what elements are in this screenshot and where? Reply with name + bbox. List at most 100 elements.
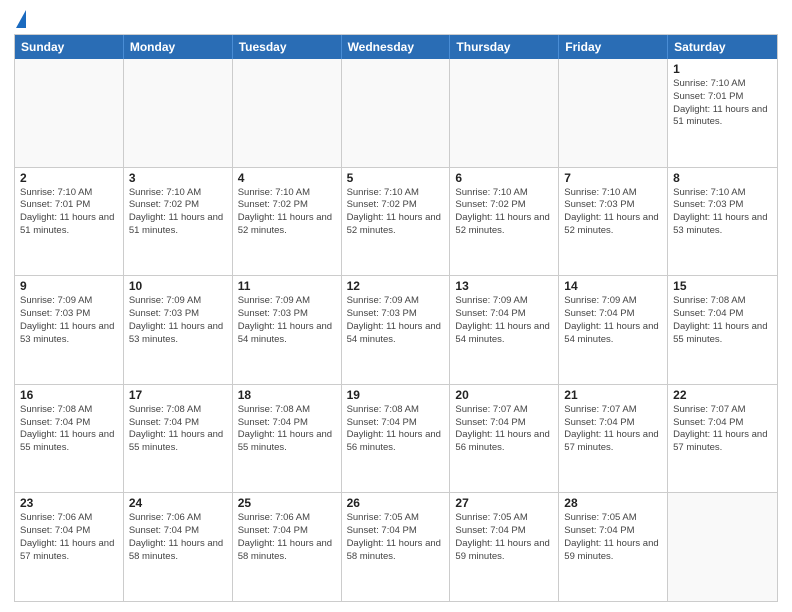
day-number: 3 — [129, 171, 227, 185]
day-info: Sunrise: 7:06 AM Sunset: 7:04 PM Dayligh… — [238, 512, 336, 563]
calendar-cell — [15, 59, 124, 167]
calendar-cell — [124, 59, 233, 167]
day-info: Sunrise: 7:10 AM Sunset: 7:03 PM Dayligh… — [673, 187, 772, 238]
calendar-cell: 21 Sunrise: 7:07 AM Sunset: 7:04 PM Dayli… — [559, 385, 668, 493]
calendar-row: 23 Sunrise: 7:06 AM Sunset: 7:04 PM Dayli… — [15, 493, 777, 601]
calendar-cell: 27Sunrise: 7:05 AM Sunset: 7:04 PM Dayli… — [450, 493, 559, 601]
calendar-header-cell: Tuesday — [233, 35, 342, 59]
calendar-cell: 25 Sunrise: 7:06 AM Sunset: 7:04 PM Dayli… — [233, 493, 342, 601]
day-info: Sunrise: 7:08 AM Sunset: 7:04 PM Dayligh… — [673, 295, 772, 346]
calendar-cell: 8 Sunrise: 7:10 AM Sunset: 7:03 PM Daylig… — [668, 168, 777, 276]
day-info: Sunrise: 7:10 AM Sunset: 7:02 PM Dayligh… — [347, 187, 445, 238]
calendar-cell: 12 Sunrise: 7:09 AM Sunset: 7:03 PM Dayli… — [342, 276, 451, 384]
day-number: 12 — [347, 279, 445, 293]
calendar-cell: 13 Sunrise: 7:09 AM Sunset: 7:04 PM Dayli… — [450, 276, 559, 384]
calendar-cell: 10 Sunrise: 7:09 AM Sunset: 7:03 PM Dayli… — [124, 276, 233, 384]
day-info: Sunrise: 7:08 AM Sunset: 7:04 PM Dayligh… — [347, 404, 445, 455]
day-number: 4 — [238, 171, 336, 185]
day-number: 23 — [20, 496, 118, 510]
day-number: 10 — [129, 279, 227, 293]
calendar-cell: 28 Sunrise: 7:05 AM Sunset: 7:04 PM Dayli… — [559, 493, 668, 601]
calendar-cell: 14Sunrise: 7:09 AM Sunset: 7:04 PM Dayli… — [559, 276, 668, 384]
day-info: Sunrise: 7:08 AM Sunset: 7:04 PM Dayligh… — [20, 404, 118, 455]
day-number: 6 — [455, 171, 553, 185]
calendar-cell: 6 Sunrise: 7:10 AM Sunset: 7:02 PM Daylig… — [450, 168, 559, 276]
calendar-cell: 19 Sunrise: 7:08 AM Sunset: 7:04 PM Dayli… — [342, 385, 451, 493]
day-info: Sunrise: 7:07 AM Sunset: 7:04 PM Dayligh… — [455, 404, 553, 455]
calendar-cell: 24Sunrise: 7:06 AM Sunset: 7:04 PM Dayli… — [124, 493, 233, 601]
day-number: 17 — [129, 388, 227, 402]
day-info: Sunrise: 7:09 AM Sunset: 7:03 PM Dayligh… — [238, 295, 336, 346]
calendar-cell: 3 Sunrise: 7:10 AM Sunset: 7:02 PM Daylig… — [124, 168, 233, 276]
calendar-cell — [450, 59, 559, 167]
calendar-cell: 1 Sunrise: 7:10 AM Sunset: 7:01 PM Daylig… — [668, 59, 777, 167]
day-number: 14 — [564, 279, 662, 293]
day-number: 11 — [238, 279, 336, 293]
calendar-cell: 7 Sunrise: 7:10 AM Sunset: 7:03 PM Daylig… — [559, 168, 668, 276]
calendar-cell — [559, 59, 668, 167]
day-number: 7 — [564, 171, 662, 185]
calendar-cell — [668, 493, 777, 601]
day-number: 20 — [455, 388, 553, 402]
header — [14, 10, 778, 28]
day-info: Sunrise: 7:05 AM Sunset: 7:04 PM Dayligh… — [564, 512, 662, 563]
day-number: 9 — [20, 279, 118, 293]
calendar-header-cell: Thursday — [450, 35, 559, 59]
day-info: Sunrise: 7:10 AM Sunset: 7:01 PM Dayligh… — [673, 78, 772, 129]
day-info: Sunrise: 7:09 AM Sunset: 7:03 PM Dayligh… — [129, 295, 227, 346]
day-info: Sunrise: 7:10 AM Sunset: 7:02 PM Dayligh… — [455, 187, 553, 238]
calendar-body: 1 Sunrise: 7:10 AM Sunset: 7:01 PM Daylig… — [15, 59, 777, 601]
day-info: Sunrise: 7:06 AM Sunset: 7:04 PM Dayligh… — [20, 512, 118, 563]
day-number: 2 — [20, 171, 118, 185]
day-number: 22 — [673, 388, 772, 402]
day-number: 26 — [347, 496, 445, 510]
calendar-cell: 5 Sunrise: 7:10 AM Sunset: 7:02 PM Daylig… — [342, 168, 451, 276]
calendar-row: 16Sunrise: 7:08 AM Sunset: 7:04 PM Dayli… — [15, 385, 777, 494]
calendar-cell: 9 Sunrise: 7:09 AM Sunset: 7:03 PM Daylig… — [15, 276, 124, 384]
day-number: 21 — [564, 388, 662, 402]
day-info: Sunrise: 7:09 AM Sunset: 7:04 PM Dayligh… — [455, 295, 553, 346]
calendar-row: 2 Sunrise: 7:10 AM Sunset: 7:01 PM Daylig… — [15, 168, 777, 277]
day-number: 15 — [673, 279, 772, 293]
calendar-cell: 17 Sunrise: 7:08 AM Sunset: 7:04 PM Dayli… — [124, 385, 233, 493]
day-info: Sunrise: 7:09 AM Sunset: 7:03 PM Dayligh… — [20, 295, 118, 346]
calendar-cell: 15 Sunrise: 7:08 AM Sunset: 7:04 PM Dayli… — [668, 276, 777, 384]
calendar-cell: 2 Sunrise: 7:10 AM Sunset: 7:01 PM Daylig… — [15, 168, 124, 276]
logo-triangle-icon — [16, 10, 26, 28]
day-info: Sunrise: 7:10 AM Sunset: 7:02 PM Dayligh… — [129, 187, 227, 238]
day-number: 18 — [238, 388, 336, 402]
calendar-cell: 4Sunrise: 7:10 AM Sunset: 7:02 PM Daylig… — [233, 168, 342, 276]
day-number: 27 — [455, 496, 553, 510]
calendar-cell — [233, 59, 342, 167]
day-number: 25 — [238, 496, 336, 510]
logo — [14, 10, 26, 28]
day-info: Sunrise: 7:07 AM Sunset: 7:04 PM Dayligh… — [564, 404, 662, 455]
day-number: 19 — [347, 388, 445, 402]
calendar-cell: 11 Sunrise: 7:09 AM Sunset: 7:03 PM Dayli… — [233, 276, 342, 384]
calendar-header-cell: Wednesday — [342, 35, 451, 59]
day-info: Sunrise: 7:08 AM Sunset: 7:04 PM Dayligh… — [238, 404, 336, 455]
day-info: Sunrise: 7:05 AM Sunset: 7:04 PM Dayligh… — [347, 512, 445, 563]
calendar-header-cell: Monday — [124, 35, 233, 59]
calendar-cell: 18 Sunrise: 7:08 AM Sunset: 7:04 PM Dayli… — [233, 385, 342, 493]
calendar: SundayMondayTuesdayWednesdayThursdayFrid… — [14, 34, 778, 602]
day-number: 8 — [673, 171, 772, 185]
day-number: 13 — [455, 279, 553, 293]
calendar-cell: 20 Sunrise: 7:07 AM Sunset: 7:04 PM Dayli… — [450, 385, 559, 493]
day-info: Sunrise: 7:08 AM Sunset: 7:04 PM Dayligh… — [129, 404, 227, 455]
day-info: Sunrise: 7:09 AM Sunset: 7:03 PM Dayligh… — [347, 295, 445, 346]
calendar-cell: 23 Sunrise: 7:06 AM Sunset: 7:04 PM Dayli… — [15, 493, 124, 601]
calendar-cell: 26 Sunrise: 7:05 AM Sunset: 7:04 PM Dayli… — [342, 493, 451, 601]
day-info: Sunrise: 7:10 AM Sunset: 7:01 PM Dayligh… — [20, 187, 118, 238]
day-number: 28 — [564, 496, 662, 510]
day-number: 1 — [673, 62, 772, 76]
page: SundayMondayTuesdayWednesdayThursdayFrid… — [0, 0, 792, 612]
day-info: Sunrise: 7:10 AM Sunset: 7:03 PM Dayligh… — [564, 187, 662, 238]
calendar-header-cell: Sunday — [15, 35, 124, 59]
calendar-row: 9 Sunrise: 7:09 AM Sunset: 7:03 PM Daylig… — [15, 276, 777, 385]
calendar-row: 1 Sunrise: 7:10 AM Sunset: 7:01 PM Daylig… — [15, 59, 777, 168]
day-number: 5 — [347, 171, 445, 185]
calendar-cell: 22Sunrise: 7:07 AM Sunset: 7:04 PM Dayli… — [668, 385, 777, 493]
calendar-cell: 16Sunrise: 7:08 AM Sunset: 7:04 PM Dayli… — [15, 385, 124, 493]
day-number: 24 — [129, 496, 227, 510]
